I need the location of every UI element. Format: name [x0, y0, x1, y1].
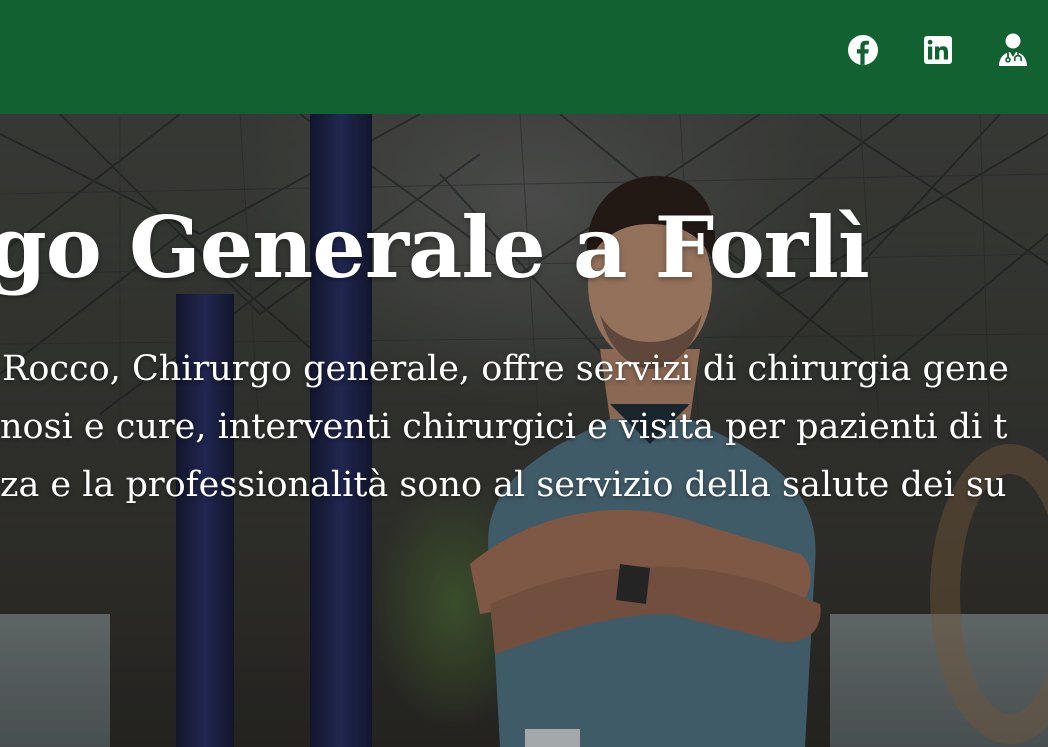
- hero-description-line-3: za e la professionalità sono al servizio…: [0, 465, 1007, 505]
- linkedin-link[interactable]: [921, 33, 955, 67]
- facebook-icon: [848, 35, 878, 65]
- hero-description-line-2: nosi e cure, interventi chirurgici e vis…: [0, 407, 1008, 447]
- doctor-icon: [999, 33, 1027, 66]
- doctor-profile-link[interactable]: [996, 33, 1030, 67]
- facebook-link[interactable]: [846, 33, 880, 67]
- linkedin-icon: [924, 36, 952, 64]
- hero-title: go Generale a Forlì: [0, 198, 870, 297]
- top-header-bar: [0, 0, 1048, 114]
- hero-description-line-1: Rocco, Chirurgo generale, offre servizi …: [2, 349, 1009, 389]
